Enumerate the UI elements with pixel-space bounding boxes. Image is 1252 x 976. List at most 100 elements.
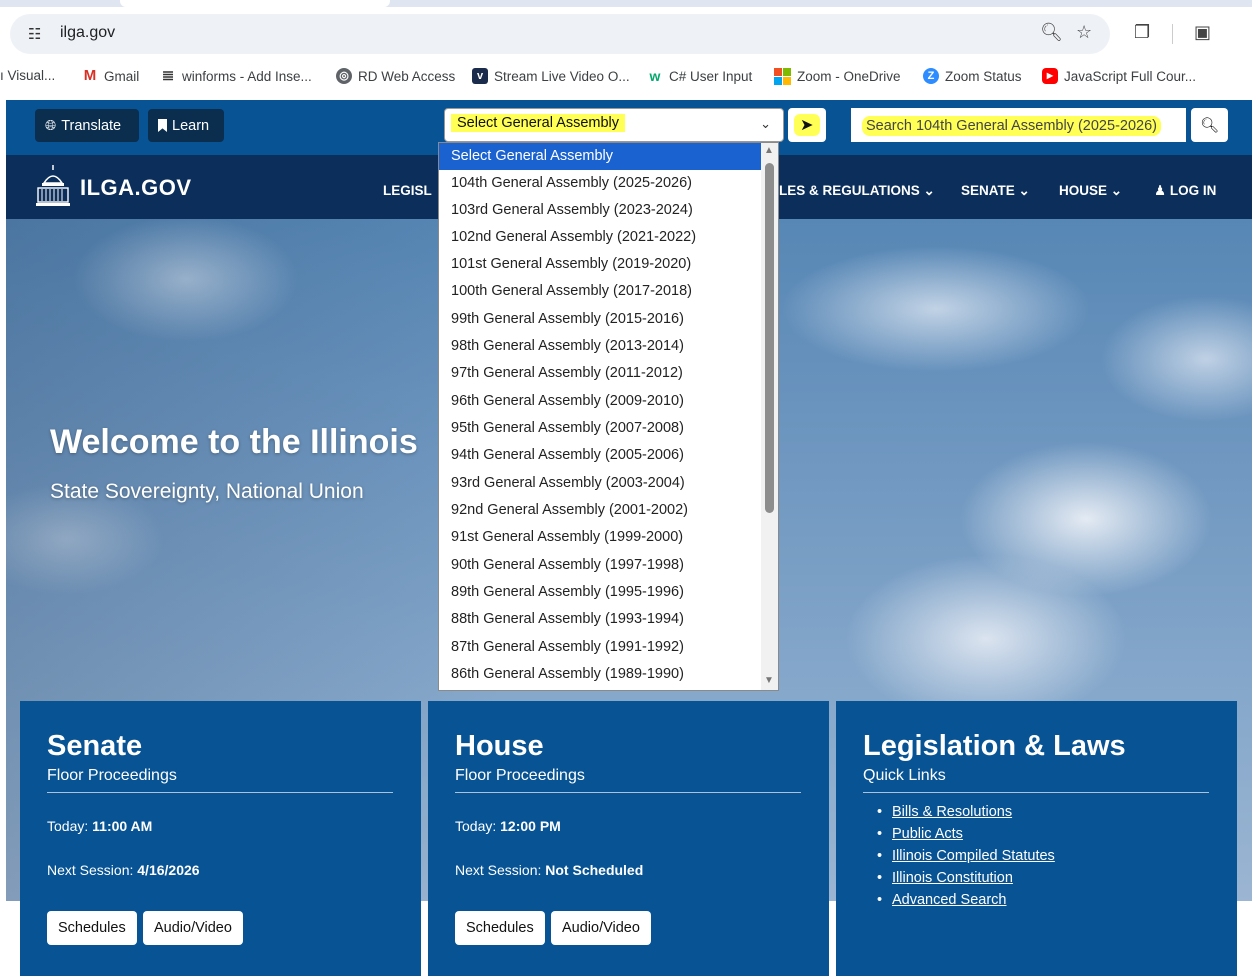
dropdown-option[interactable]: 94th General Assembly (2005-2006): [439, 442, 761, 469]
globe-icon: ◎: [336, 68, 352, 84]
general-assembly-select[interactable]: Select General Assembly ⌄: [444, 108, 784, 142]
toolbar-separator: [1172, 24, 1173, 44]
dropdown-option[interactable]: 93rd General Assembly (2003-2004): [439, 470, 761, 497]
dropdown-option[interactable]: 90th General Assembly (1997-1998): [439, 552, 761, 579]
bookmark-zoom-onedrive[interactable]: Zoom - OneDrive: [774, 68, 901, 85]
card-subtitle: Floor Proceedings: [455, 767, 585, 784]
bookmark-label: Gmail: [104, 68, 140, 84]
card-subtitle: Quick Links: [863, 767, 946, 784]
bookmark-winforms[interactable]: ≣ winforms - Add Inse...: [160, 68, 312, 84]
dropdown-option[interactable]: 92nd General Assembly (2001-2002): [439, 497, 761, 524]
zoom-icon[interactable]: 🔍︎: [1040, 22, 1063, 43]
bookmarks-bar: ı Visual... M Gmail ≣ winforms - Add Inse.…: [0, 64, 1252, 90]
dropdown-option[interactable]: 104th General Assembly (2025-2026): [439, 170, 761, 197]
dropdown-option[interactable]: 101st General Assembly (2019-2020): [439, 251, 761, 278]
learn-label: Learn: [172, 117, 210, 134]
list-item: Bills & Resolutions: [877, 804, 1055, 826]
public-acts-link[interactable]: Public Acts: [892, 826, 963, 842]
house-card: House Floor Proceedings Today: 12:00 PM …: [428, 701, 829, 976]
stackoverflow-icon: ≣: [161, 67, 175, 84]
extensions-icon[interactable]: ❐: [1134, 22, 1150, 43]
dropdown-option[interactable]: 91st General Assembly (1999-2000): [439, 524, 761, 551]
bills-resolutions-link[interactable]: Bills & Resolutions: [892, 804, 1012, 820]
nav-legislation[interactable]: LEGISL: [383, 183, 432, 198]
bookmark-label: ı Visual...: [0, 68, 56, 83]
dropdown-option-selected[interactable]: Select General Assembly: [439, 143, 761, 170]
scroll-down-arrow-icon[interactable]: ▼: [764, 675, 774, 686]
bookmark-rd-web[interactable]: ◎ RD Web Access: [336, 68, 455, 84]
zoom-icon: Z: [923, 68, 939, 84]
bookmark-stream[interactable]: v Stream Live Video O...: [472, 68, 630, 84]
card-subtitle: Floor Proceedings: [47, 767, 177, 784]
login-label: LOG IN: [1169, 183, 1217, 198]
bookmark-gmail[interactable]: M Gmail: [82, 68, 140, 84]
dropdown-option[interactable]: 86th General Assembly (1989-1990): [439, 661, 761, 688]
quick-links-list: Bills & Resolutions Public Acts Illinois…: [877, 804, 1055, 914]
scrollbar-thumb[interactable]: [765, 163, 774, 513]
bookmark-visual[interactable]: ı Visual...: [0, 68, 55, 83]
hero-subtitle: State Sovereignty, National Union: [50, 480, 364, 503]
paper-plane-icon: ➤: [800, 117, 814, 134]
divider: [863, 792, 1209, 793]
schedules-button[interactable]: Schedules: [47, 911, 137, 945]
dropdown-option[interactable]: 98th General Assembly (2013-2014): [439, 333, 761, 360]
vimeo-icon: v: [472, 68, 488, 84]
dropdown-option[interactable]: 99th General Assembly (2015-2016): [439, 306, 761, 333]
bookmark-javascript[interactable]: ▶ JavaScript Full Cour...: [1042, 68, 1196, 84]
tab-strip: [0, 0, 1252, 7]
nav-login[interactable]: ♟ LOG IN: [1154, 183, 1216, 199]
bookmark-csharp[interactable]: w C# User Input: [647, 68, 753, 84]
scroll-up-arrow-icon[interactable]: ▲: [764, 145, 774, 156]
next-session-line: Next Session: 4/16/2026: [47, 862, 200, 878]
nav-house[interactable]: HOUSE ⌄: [1059, 183, 1122, 199]
dropdown-option[interactable]: 102nd General Assembly (2021-2022): [439, 224, 761, 251]
learn-button[interactable]: Learn: [148, 109, 224, 142]
legislation-card: Legislation & Laws Quick Links Bills & R…: [836, 701, 1237, 976]
dropdown-option[interactable]: 103rd General Assembly (2023-2024): [439, 197, 761, 224]
general-assembly-select-value: Select General Assembly: [451, 114, 625, 132]
translate-label: Translate: [61, 117, 122, 134]
address-bar[interactable]: [10, 14, 1110, 54]
bookmark-label: RD Web Access: [358, 68, 456, 84]
dropdown-option[interactable]: 95th General Assembly (2007-2008): [439, 415, 761, 442]
dropdown-scrollbar[interactable]: ▲ ▼: [761, 143, 778, 690]
user-icon: ♟: [1154, 183, 1167, 199]
nav-rules-regulations[interactable]: LES & REGULATIONS ⌄: [779, 183, 935, 199]
dropdown-option[interactable]: 96th General Assembly (2009-2010): [439, 388, 761, 415]
search-placeholder: Search 104th General Assembly (2025-2026…: [862, 116, 1161, 136]
search-button[interactable]: 🔍︎: [1191, 108, 1228, 142]
w3schools-icon: w: [649, 68, 661, 84]
bookmark-label: Stream Live Video O...: [494, 68, 630, 84]
site-info-icon[interactable]: ☷: [28, 25, 41, 43]
dropdown-option[interactable]: 89th General Assembly (1995-1996): [439, 579, 761, 606]
bookmark-zoom-status[interactable]: Z Zoom Status: [923, 68, 1022, 84]
senate-card: Senate Floor Proceedings Today: 11:00 AM…: [20, 701, 421, 976]
bookmark-label: JavaScript Full Cour...: [1064, 68, 1197, 84]
bookmark-star-icon[interactable]: ☆: [1076, 22, 1092, 43]
schedules-button[interactable]: Schedules: [455, 911, 545, 945]
audio-video-button[interactable]: Audio/Video: [551, 911, 651, 945]
next-session-label: Next Session:: [455, 862, 542, 878]
constitution-link[interactable]: Illinois Constitution: [892, 870, 1013, 886]
today-label: Today:: [47, 818, 89, 834]
dropdown-option[interactable]: 88th General Assembly (1993-1994): [439, 606, 761, 633]
url-text[interactable]: ilga.gov: [60, 24, 115, 42]
audio-video-button[interactable]: Audio/Video: [143, 911, 243, 945]
dropdown-option[interactable]: 97th General Assembly (2011-2012): [439, 360, 761, 387]
general-assembly-dropdown-list[interactable]: Select General Assembly 104th General As…: [438, 142, 779, 691]
dropdown-option[interactable]: 87th General Assembly (1991-1992): [439, 634, 761, 661]
nav-senate[interactable]: SENATE ⌄: [961, 183, 1030, 199]
side-panel-icon[interactable]: ▣: [1194, 22, 1211, 43]
card-title: Senate: [47, 730, 143, 762]
divider: [455, 792, 801, 793]
site-logo-text[interactable]: ILGA.GOV: [80, 175, 192, 201]
next-session-line: Next Session: Not Scheduled: [455, 862, 643, 878]
translate-button[interactable]: 🌐︎ Translate: [35, 109, 139, 142]
bookmark-label: Zoom - OneDrive: [797, 69, 901, 84]
microsoft-icon: [774, 68, 791, 85]
go-button[interactable]: ➤: [788, 108, 826, 142]
advanced-search-link[interactable]: Advanced Search: [892, 892, 1006, 908]
browser-chrome: ☷ ilga.gov 🔍︎ ☆ ❐ ▣ ı Visual... M Gmail ≣…: [0, 0, 1252, 100]
compiled-statutes-link[interactable]: Illinois Compiled Statutes: [892, 848, 1055, 864]
dropdown-option[interactable]: 100th General Assembly (2017-2018): [439, 278, 761, 305]
